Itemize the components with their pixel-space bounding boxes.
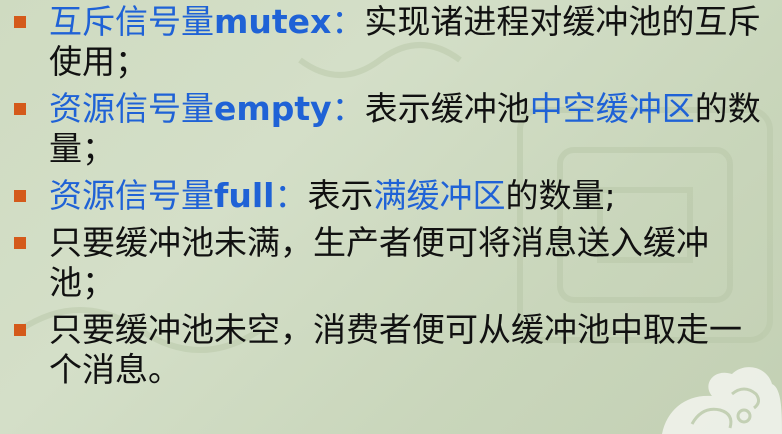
- term-colon: ：: [331, 2, 365, 41]
- corner-ornament-icon: [662, 367, 782, 434]
- term-label: 互斥信号量: [49, 2, 214, 41]
- bullet-icon: [14, 103, 26, 115]
- term-latin: full: [214, 176, 275, 215]
- term-label: 资源信号量: [49, 89, 214, 128]
- slide: 互斥信号量mutex：实现诸进程对缓冲池的互斥使用； 资源信号量empty：表示…: [0, 0, 782, 434]
- bullet-icon: [14, 237, 26, 249]
- highlight-text: 中空缓冲区: [529, 89, 695, 128]
- item-description: 表示: [307, 176, 374, 215]
- list-item-full: 资源信号量full：表示满缓冲区的数量;: [14, 176, 774, 216]
- list-item-producer: 只要缓冲池未满，生产者便可将消息送入缓冲池；: [14, 223, 774, 303]
- term-latin: empty: [214, 89, 332, 128]
- list-item-mutex: 互斥信号量mutex：实现诸进程对缓冲池的互斥使用；: [14, 2, 774, 82]
- bullet-icon: [14, 16, 26, 28]
- item-description: 表示缓冲池: [364, 89, 530, 128]
- term-colon: ：: [274, 176, 308, 215]
- term-label: 资源信号量: [49, 176, 214, 215]
- term-latin: mutex: [214, 2, 332, 41]
- bullet-icon: [14, 190, 26, 202]
- highlight-text: 满缓冲区: [373, 176, 506, 215]
- bullet-list: 互斥信号量mutex：实现诸进程对缓冲池的互斥使用； 资源信号量empty：表示…: [14, 2, 774, 397]
- term-colon: ：: [331, 89, 365, 128]
- item-text: 只要缓冲池未满，生产者便可将消息送入缓冲池；: [49, 223, 709, 302]
- list-item-empty: 资源信号量empty：表示缓冲池中空缓冲区的数量；: [14, 89, 774, 169]
- item-description: 的数量;: [505, 176, 616, 215]
- bullet-icon: [14, 324, 26, 336]
